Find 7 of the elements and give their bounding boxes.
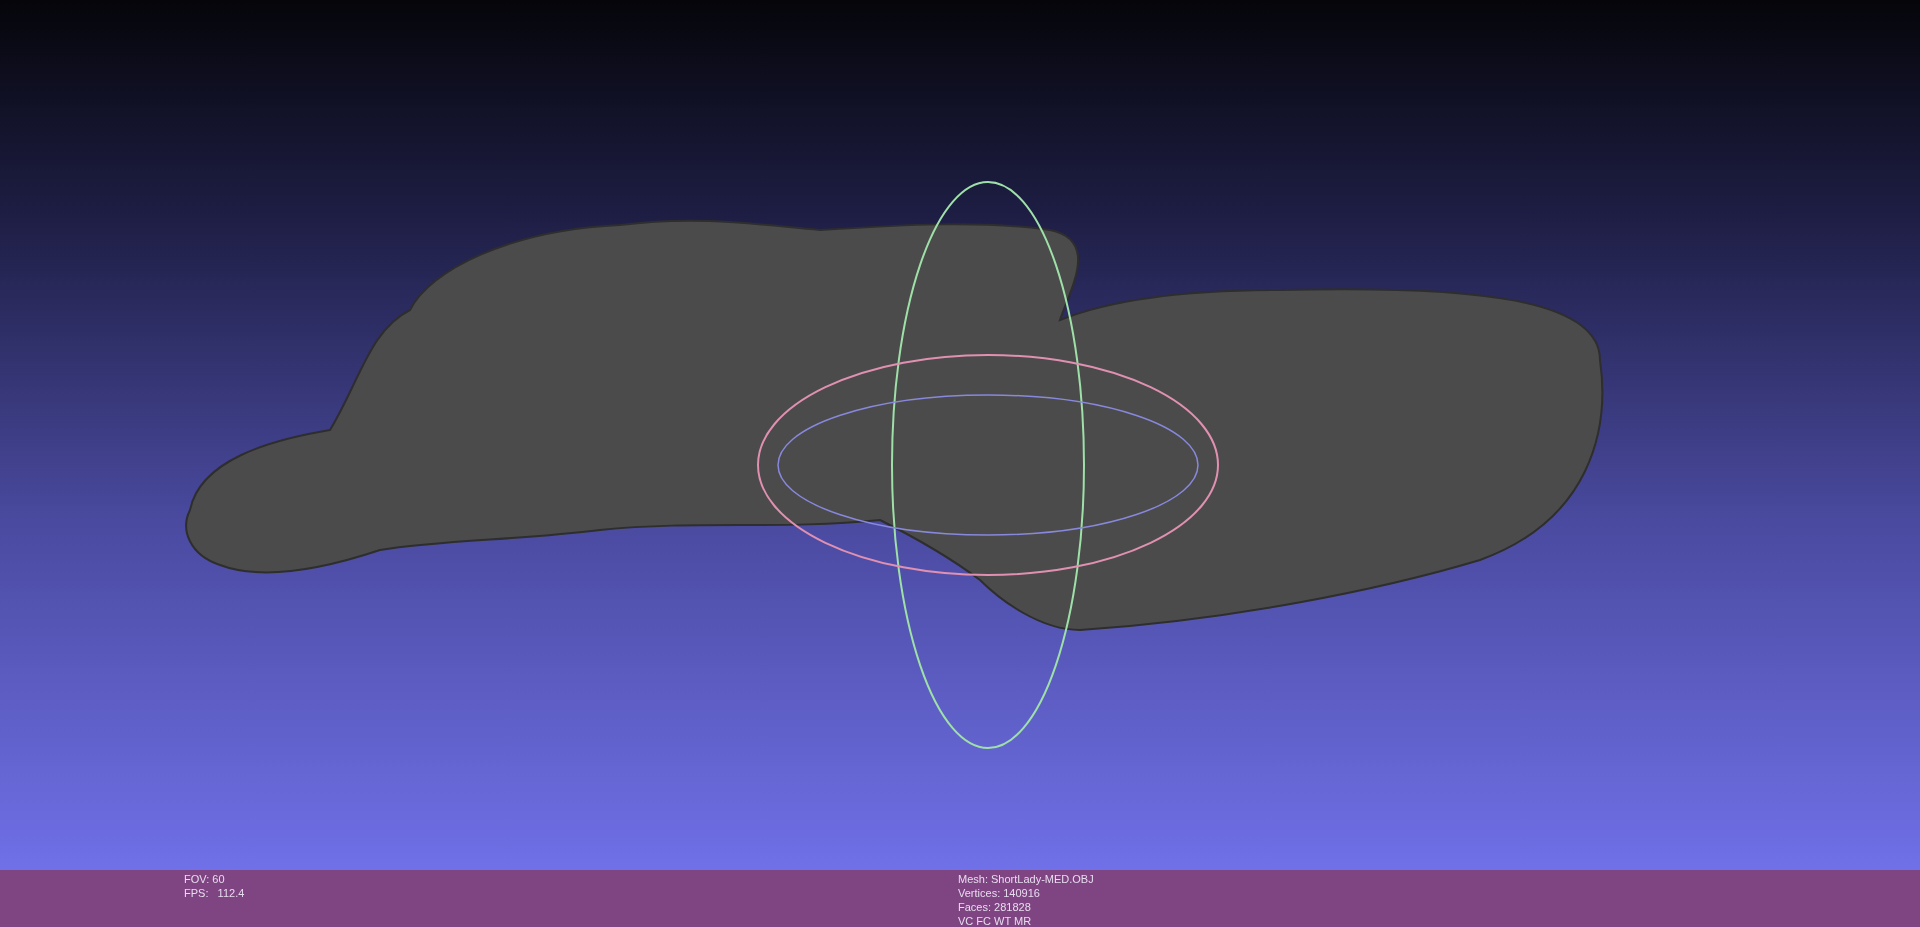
mesh-info: VC FC WT MR — [958, 914, 1033, 927]
3d-viewport[interactable] — [0, 0, 1920, 870]
viewport-stat: FOV: 60 — [184, 872, 226, 886]
viewport-stat: FPS: 112.4 — [184, 886, 246, 900]
mesh-info: Faces: 281828 — [958, 900, 1032, 914]
mesh-info: Mesh: ShortLady-MED.OBJ — [958, 872, 1094, 886]
mesh-info: Vertices: 140916 — [958, 886, 1041, 900]
